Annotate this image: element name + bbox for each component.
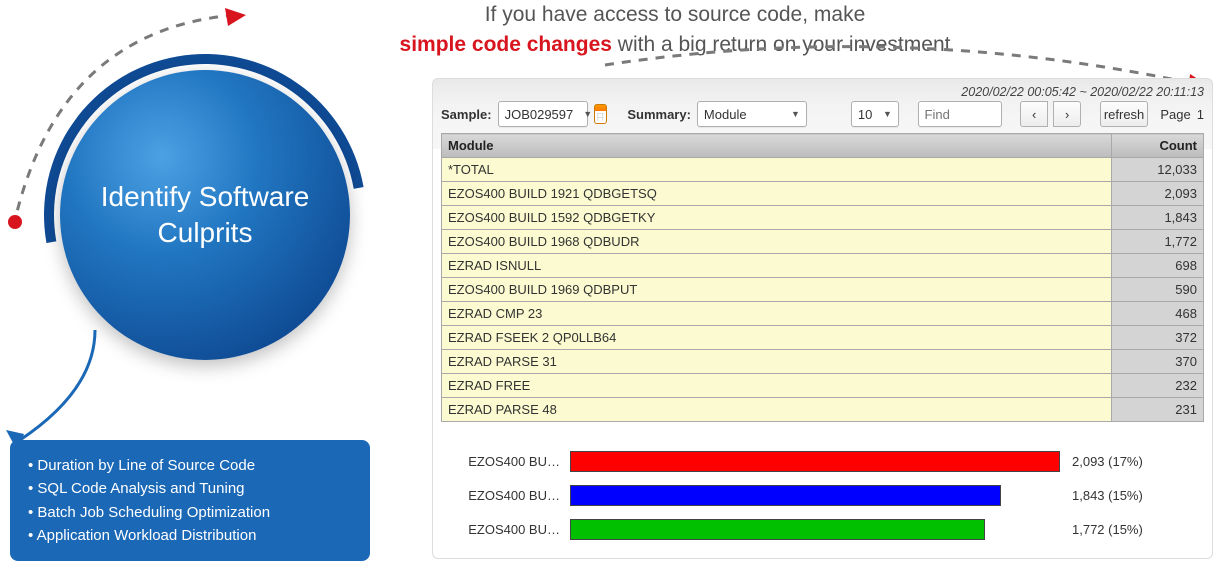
- calendar-icon[interactable]: [594, 104, 608, 124]
- chart-row: EZOS400 BU… 2,093 (17%): [445, 444, 1200, 478]
- chart-bar-label: EZOS400 BU…: [445, 488, 560, 503]
- next-page-button[interactable]: ›: [1053, 101, 1081, 127]
- feature-item: Duration by Line of Source Code: [28, 454, 352, 477]
- sample-label: Sample:: [441, 107, 492, 122]
- summary-select[interactable]: Module: [697, 101, 807, 127]
- table-row[interactable]: EZRAD ISNULL698: [442, 254, 1204, 278]
- feature-item: SQL Code Analysis and Tuning: [28, 477, 352, 500]
- chart-row: EZOS400 BU… 1,843 (15%): [445, 478, 1200, 512]
- toolbar: Sample: JOB029597 Summary: Module 10 ‹› …: [441, 101, 1204, 127]
- find-input-wrap[interactable]: [918, 101, 1002, 127]
- cell-module: EZRAD FREE: [442, 374, 1112, 398]
- chart-row: EZOS400 BU… 1,772 (15%): [445, 512, 1200, 546]
- cell-count: 468: [1112, 302, 1204, 326]
- table-row[interactable]: EZRAD PARSE 31370: [442, 350, 1204, 374]
- chart-bar: [570, 485, 1001, 506]
- promo-area: Identify Software Culprits Duration by L…: [0, 0, 430, 577]
- cell-count: 1,843: [1112, 206, 1204, 230]
- table-row[interactable]: EZOS400 BUILD 1969 QDBPUT590: [442, 278, 1204, 302]
- col-module[interactable]: Module: [442, 134, 1112, 158]
- cell-count: 370: [1112, 350, 1204, 374]
- summary-label: Summary:: [627, 107, 691, 122]
- cell-module: EZRAD CMP 23: [442, 302, 1112, 326]
- circle-title: Identify Software Culprits: [60, 179, 350, 252]
- chart-bar: [570, 519, 985, 540]
- cell-count: 2,093: [1112, 182, 1204, 206]
- table-row[interactable]: EZRAD CMP 23468: [442, 302, 1204, 326]
- cell-count: 372: [1112, 326, 1204, 350]
- chart-value-label: 1,772 (15%): [1072, 522, 1143, 537]
- cell-module: EZOS400 BUILD 1968 QDBUDR: [442, 230, 1112, 254]
- headline-line1: If you have access to source code, make: [485, 3, 866, 26]
- cell-module: EZRAD ISNULL: [442, 254, 1112, 278]
- cell-count: 698: [1112, 254, 1204, 278]
- cell-module: *TOTAL: [442, 158, 1112, 182]
- headline-line2: with a big return on your investment: [612, 33, 951, 56]
- chart-value-label: 1,843 (15%): [1072, 488, 1143, 503]
- prev-page-button[interactable]: ‹: [1020, 101, 1048, 127]
- page-label: Page: [1160, 107, 1190, 122]
- cell-module: EZOS400 BUILD 1592 QDBGETKY: [442, 206, 1112, 230]
- table-row[interactable]: EZRAD PARSE 48231: [442, 398, 1204, 422]
- feature-box: Duration by Line of Source Code SQL Code…: [10, 440, 370, 561]
- chart-track: [570, 485, 1060, 506]
- chart-bar-label: EZOS400 BU…: [445, 522, 560, 537]
- table-row[interactable]: *TOTAL12,033: [442, 158, 1204, 182]
- module-table: Module Count *TOTAL12,033EZOS400 BUILD 1…: [441, 133, 1204, 422]
- table-row[interactable]: EZRAD FREE232: [442, 374, 1204, 398]
- page-number: 1: [1197, 107, 1204, 122]
- module-bar-chart: EZOS400 BU… 2,093 (17%) EZOS400 BU… 1,843 (…: [441, 444, 1204, 546]
- headline: If you have access to source code, make …: [350, 0, 1000, 61]
- chart-track: [570, 519, 1060, 540]
- headline-emph: simple code changes: [400, 33, 612, 56]
- cell-count: 1,772: [1112, 230, 1204, 254]
- cell-count: 590: [1112, 278, 1204, 302]
- cell-count: 231: [1112, 398, 1204, 422]
- table-row[interactable]: EZOS400 BUILD 1592 QDBGETKY1,843: [442, 206, 1204, 230]
- circle-graphic: Identify Software Culprits: [60, 70, 350, 360]
- timestamp-range: 2020/02/22 00:05:42 ~ 2020/02/22 20:11:1…: [441, 85, 1204, 99]
- find-input[interactable]: [925, 107, 995, 122]
- chart-bar: [570, 451, 1060, 472]
- cell-module: EZOS400 BUILD 1921 QDBGETSQ: [442, 182, 1112, 206]
- sample-select[interactable]: JOB029597: [498, 101, 588, 127]
- circle-body: Identify Software Culprits: [60, 70, 350, 360]
- cell-module: EZRAD PARSE 31: [442, 350, 1112, 374]
- cell-count: 232: [1112, 374, 1204, 398]
- col-count[interactable]: Count: [1112, 134, 1204, 158]
- feature-item: Application Workload Distribution: [28, 524, 352, 547]
- table-row[interactable]: EZOS400 BUILD 1968 QDBUDR1,772: [442, 230, 1204, 254]
- cell-count: 12,033: [1112, 158, 1204, 182]
- chart-value-label: 2,093 (17%): [1072, 454, 1143, 469]
- refresh-button[interactable]: refresh: [1100, 101, 1149, 127]
- analysis-panel: 2020/02/22 00:05:42 ~ 2020/02/22 20:11:1…: [432, 78, 1213, 559]
- table-row[interactable]: EZOS400 BUILD 1921 QDBGETSQ2,093: [442, 182, 1204, 206]
- feature-item: Batch Job Scheduling Optimization: [28, 501, 352, 524]
- cell-module: EZOS400 BUILD 1969 QDBPUT: [442, 278, 1112, 302]
- cell-module: EZRAD PARSE 48: [442, 398, 1112, 422]
- table-row[interactable]: EZRAD FSEEK 2 QP0LLB64372: [442, 326, 1204, 350]
- cell-module: EZRAD FSEEK 2 QP0LLB64: [442, 326, 1112, 350]
- chart-track: [570, 451, 1060, 472]
- pagesize-select[interactable]: 10: [851, 101, 899, 127]
- chart-bar-label: EZOS400 BU…: [445, 454, 560, 469]
